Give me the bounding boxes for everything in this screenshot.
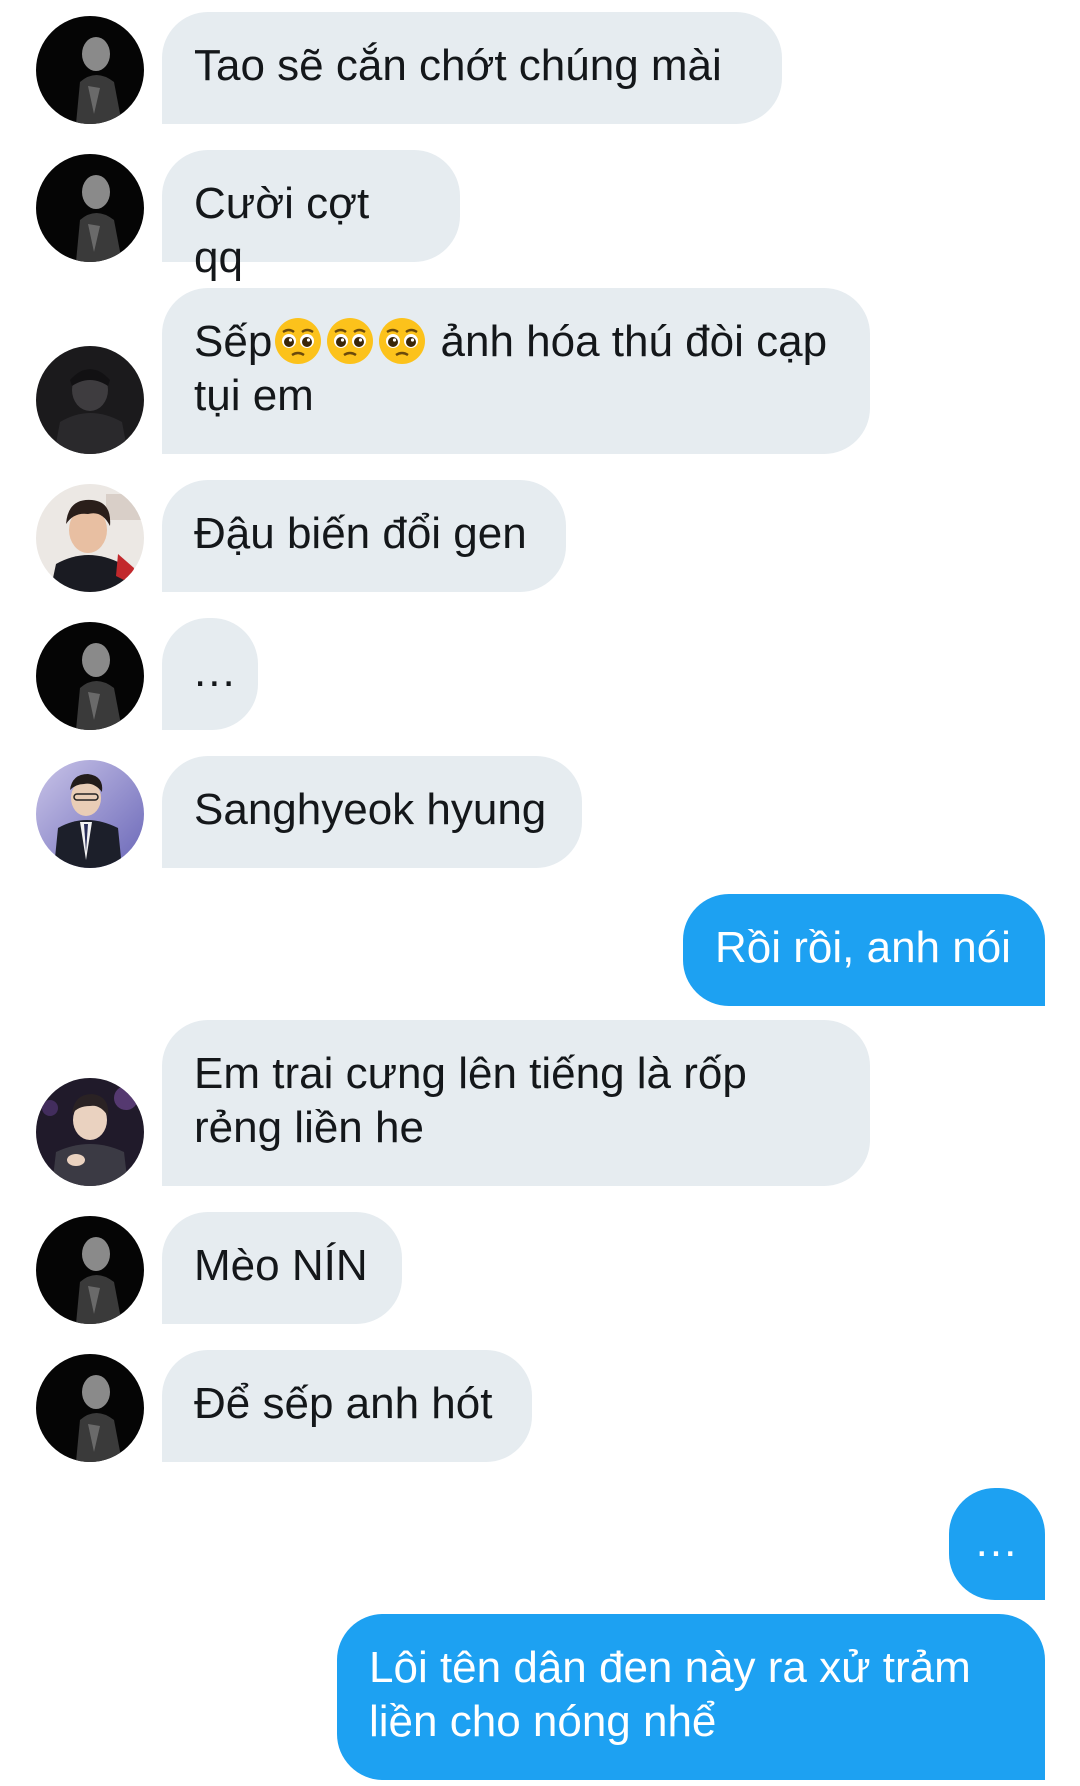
message-bubble[interactable]: Rồi rồi, anh nói [683,894,1045,1006]
message-text: Sếp [194,317,273,366]
chat-thread: Tao sẽ cắn chớt chúng mài Cười cợt qq Sế… [0,0,1080,1786]
pleading-face-emoji [379,318,426,364]
message-bubble[interactable]: Cười cợt qq [162,150,460,282]
message-bubble[interactable]: ... [162,618,258,730]
message-bubble[interactable]: Em trai cưng lên tiếng là rốp rẻng liền … [162,1020,870,1186]
message-bubble[interactable]: Sếp ảnh hóa thú đòi cạp tụi em [162,288,870,454]
message-bubble[interactable]: ... [949,1488,1045,1600]
pleading-face-emoji [275,318,322,364]
suit-portrait-avatar[interactable] [36,760,144,868]
message-bubble[interactable]: Đậu biến đổi gen [162,480,566,592]
dark-portrait-avatar[interactable] [36,1354,144,1462]
message-bubble[interactable]: Lôi tên dân đen này ra xử trảm liền cho … [337,1614,1045,1780]
message-bubble[interactable]: Mèo NÍN [162,1212,402,1324]
message-bubble[interactable]: Sanghyeok hyung [162,756,582,868]
light-portrait-avatar[interactable] [36,484,144,592]
dark-portrait-avatar[interactable] [36,16,144,124]
dark-portrait-avatar[interactable] [36,622,144,730]
dark-portrait-avatar[interactable] [36,1216,144,1324]
stage-portrait-avatar[interactable] [36,1078,144,1186]
dark-portrait-avatar[interactable] [36,154,144,262]
message-bubble[interactable]: Để sếp anh hót [162,1350,532,1462]
pleading-face-emoji [327,318,374,364]
dim-portrait-avatar[interactable] [36,346,144,454]
message-bubble[interactable]: Tao sẽ cắn chớt chúng mài [162,12,782,124]
